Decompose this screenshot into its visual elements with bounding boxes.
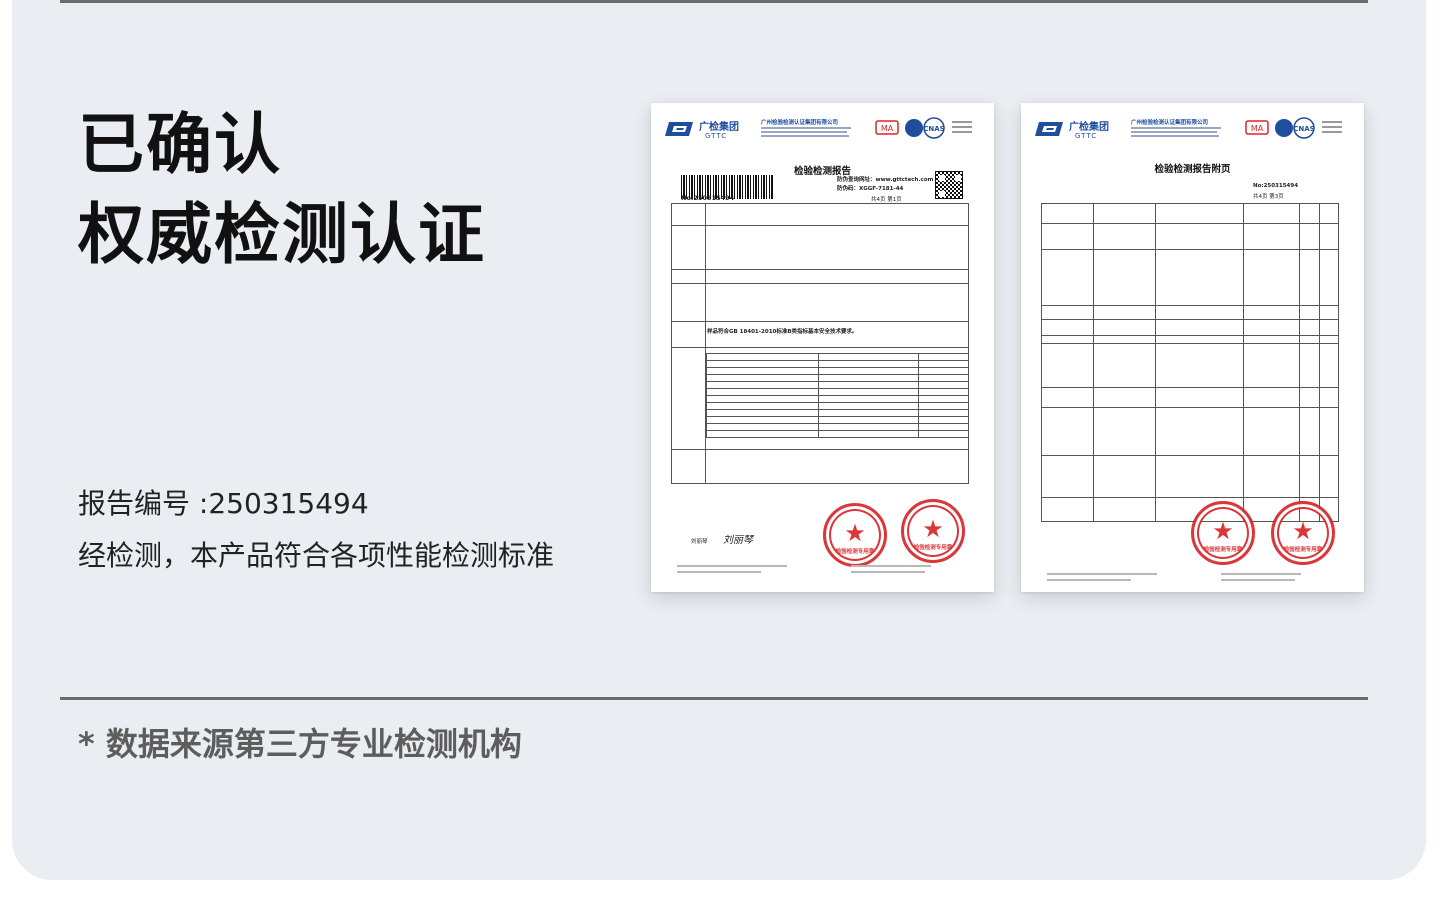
org-abbr: GTTC	[1075, 132, 1098, 140]
org-full-name: 广州检验检测认证集团有限公司	[761, 120, 839, 126]
report-conclusion: 经检测，本产品符合各项性能检测标准	[78, 539, 555, 572]
org-short-name: 广检集团	[1069, 122, 1109, 133]
test-report-page-1: 广检集团 GTTC 广州检验检测认证集团有限公司 MA CNAS 检验检测报告 …	[651, 103, 994, 592]
anti-fake-website: 防伪查询网址：www.gttctech.com	[837, 177, 934, 183]
test-results-table	[1041, 203, 1339, 522]
report-number-label: No:250315494	[1253, 183, 1299, 189]
report-number: 报告编号 :250315494	[78, 487, 369, 520]
top-divider	[60, 0, 1368, 3]
svg-text:CNAS: CNAS	[923, 125, 944, 133]
qr-code	[935, 171, 963, 199]
signer-name: 刘丽琴	[691, 539, 708, 545]
certification-badges-icon: MA CNAS	[1245, 117, 1342, 139]
gttc-logo-icon	[665, 122, 693, 136]
report-title: 检验检测报告附页	[1154, 164, 1231, 175]
test-report-page-3: 广检集团 GTTC 广州检验检测认证集团有限公司 MA CNAS 检验检测报告附…	[1021, 103, 1364, 592]
report-header: 广检集团 GTTC 广州检验检测认证集团有限公司 MA CNAS	[1035, 117, 1350, 147]
section-divider	[60, 697, 1368, 700]
certification-badges-icon: MA CNAS	[875, 117, 972, 139]
official-seal-icon: ★ 检验检测专用章	[1191, 501, 1255, 565]
signature-icon: 刘丽琴	[723, 535, 753, 546]
report-conclusion-text: 样品符合GB 18401-2010标准B类指标基本安全技术要求。	[707, 329, 858, 335]
svg-text:MA: MA	[1251, 124, 1264, 133]
anti-fake-code: 防伪码：XGGF-7181-44	[837, 186, 904, 192]
official-seal-icon: ★ 检验检测专用章	[1271, 501, 1335, 565]
test-items-table	[706, 353, 969, 438]
report-number-label: No:250315494	[681, 194, 735, 202]
page-indicator: 共4页 第3页	[1253, 194, 1284, 200]
report-main-table	[671, 203, 969, 484]
data-source-footnote: * 数据来源第三方专业检测机构	[78, 725, 522, 763]
svg-text:MA: MA	[881, 124, 894, 133]
org-abbr: GTTC	[705, 132, 728, 140]
report-header: 广检集团 GTTC 广州检验检测认证集团有限公司 MA CNAS	[665, 117, 980, 147]
official-seal-icon: ★ 检验检测专用章	[901, 499, 965, 563]
headline-line-2: 权威检测认证	[78, 196, 486, 273]
headline-line-1: 已确认	[78, 106, 282, 183]
svg-text:CNAS: CNAS	[1293, 125, 1314, 133]
org-short-name: 广检集团	[699, 122, 739, 133]
official-seal-icon: ★ 检验检测专用章	[823, 503, 887, 567]
gttc-logo-icon	[1035, 122, 1063, 136]
page-indicator: 共4页 第1页	[871, 197, 902, 203]
org-full-name: 广州检验检测认证集团有限公司	[1131, 120, 1209, 126]
